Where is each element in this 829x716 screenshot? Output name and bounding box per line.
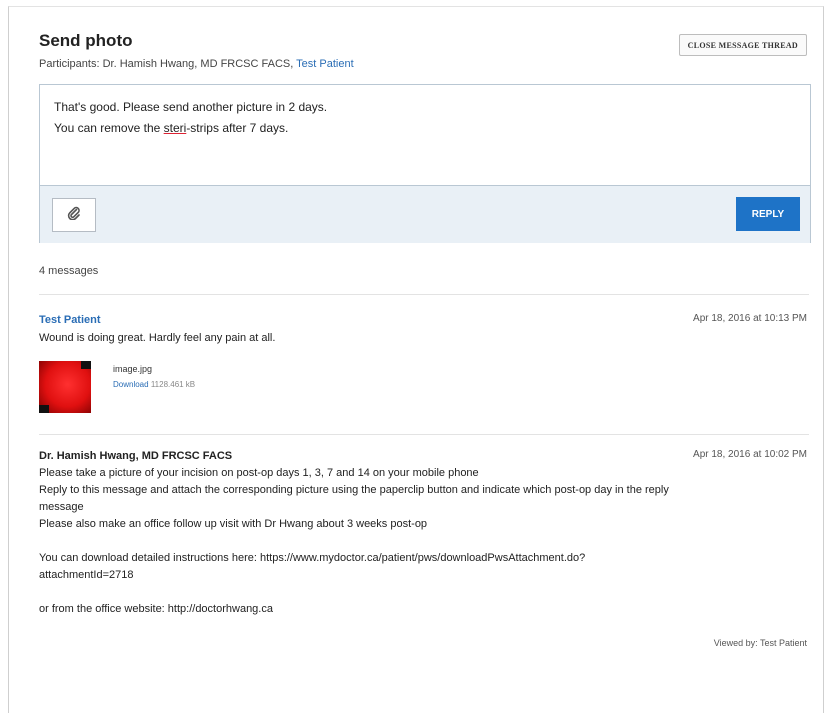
participant-patient-link[interactable]: Test Patient — [296, 58, 353, 70]
message-line: or from the office website: http://docto… — [39, 603, 273, 615]
attach-button[interactable] — [52, 198, 96, 232]
reply-composer[interactable]: That's good. Please send another picture… — [39, 84, 811, 243]
message-line: Please take a picture of your incision o… — [39, 467, 479, 479]
message-body: Wound is doing great. Hardly feel any pa… — [39, 332, 276, 344]
message-timestamp: Apr 18, 2016 at 10:13 PM — [693, 313, 807, 324]
reply-button[interactable]: REPLY — [736, 197, 800, 231]
message-line: attachmentId=2718 — [39, 569, 134, 581]
attachment-thumbnail[interactable] — [39, 361, 91, 413]
participants-label: Participants: — [39, 58, 100, 70]
composer-toolbar: REPLY — [40, 185, 810, 243]
message-line: You can download detailed instructions h… — [39, 552, 586, 564]
reply-textarea[interactable]: That's good. Please send another picture… — [54, 97, 327, 139]
divider — [39, 294, 809, 295]
close-thread-button[interactable]: CLOSE MESSAGE THREAD — [678, 34, 807, 56]
message-line: message — [39, 501, 84, 513]
message-body: Please take a picture of your incision o… — [39, 465, 669, 618]
message-count: 4 messages — [39, 265, 99, 277]
message-line — [39, 533, 669, 550]
message-thread-panel: Send photo Participants: Dr. Hamish Hwan… — [22, 14, 817, 664]
attachment-filename: image.jpg — [113, 364, 153, 374]
reply-text-line: You can remove the steri-strips after 7 … — [54, 121, 289, 135]
divider — [39, 434, 809, 435]
reply-text-line: That's good. Please send another picture… — [54, 100, 328, 114]
message-line: Please also make an office follow up vis… — [39, 518, 428, 530]
misspelled-word: steri — [163, 121, 187, 135]
attachment-size: 1128.461 kB — [150, 380, 196, 389]
message-line — [39, 584, 669, 601]
thread-title: Send photo — [39, 31, 133, 50]
message-timestamp: Apr 18, 2016 at 10:02 PM — [693, 449, 807, 460]
message-author: Dr. Hamish Hwang, MD FRCSC FACS — [39, 450, 233, 462]
attachment-download[interactable]: Download 1128.461 kB — [113, 380, 195, 389]
message-author-link[interactable]: Test Patient — [39, 314, 101, 326]
paperclip-icon — [67, 206, 81, 225]
participant-doctor: Dr. Hamish Hwang, MD FRCSC FACS, — [102, 58, 294, 70]
message-line: Reply to this message and attach the cor… — [39, 484, 669, 496]
viewed-by: Viewed by: Test Patient — [713, 638, 807, 648]
participants-line: Participants: Dr. Hamish Hwang, MD FRCSC… — [39, 58, 354, 70]
download-link[interactable]: Download — [113, 380, 149, 389]
